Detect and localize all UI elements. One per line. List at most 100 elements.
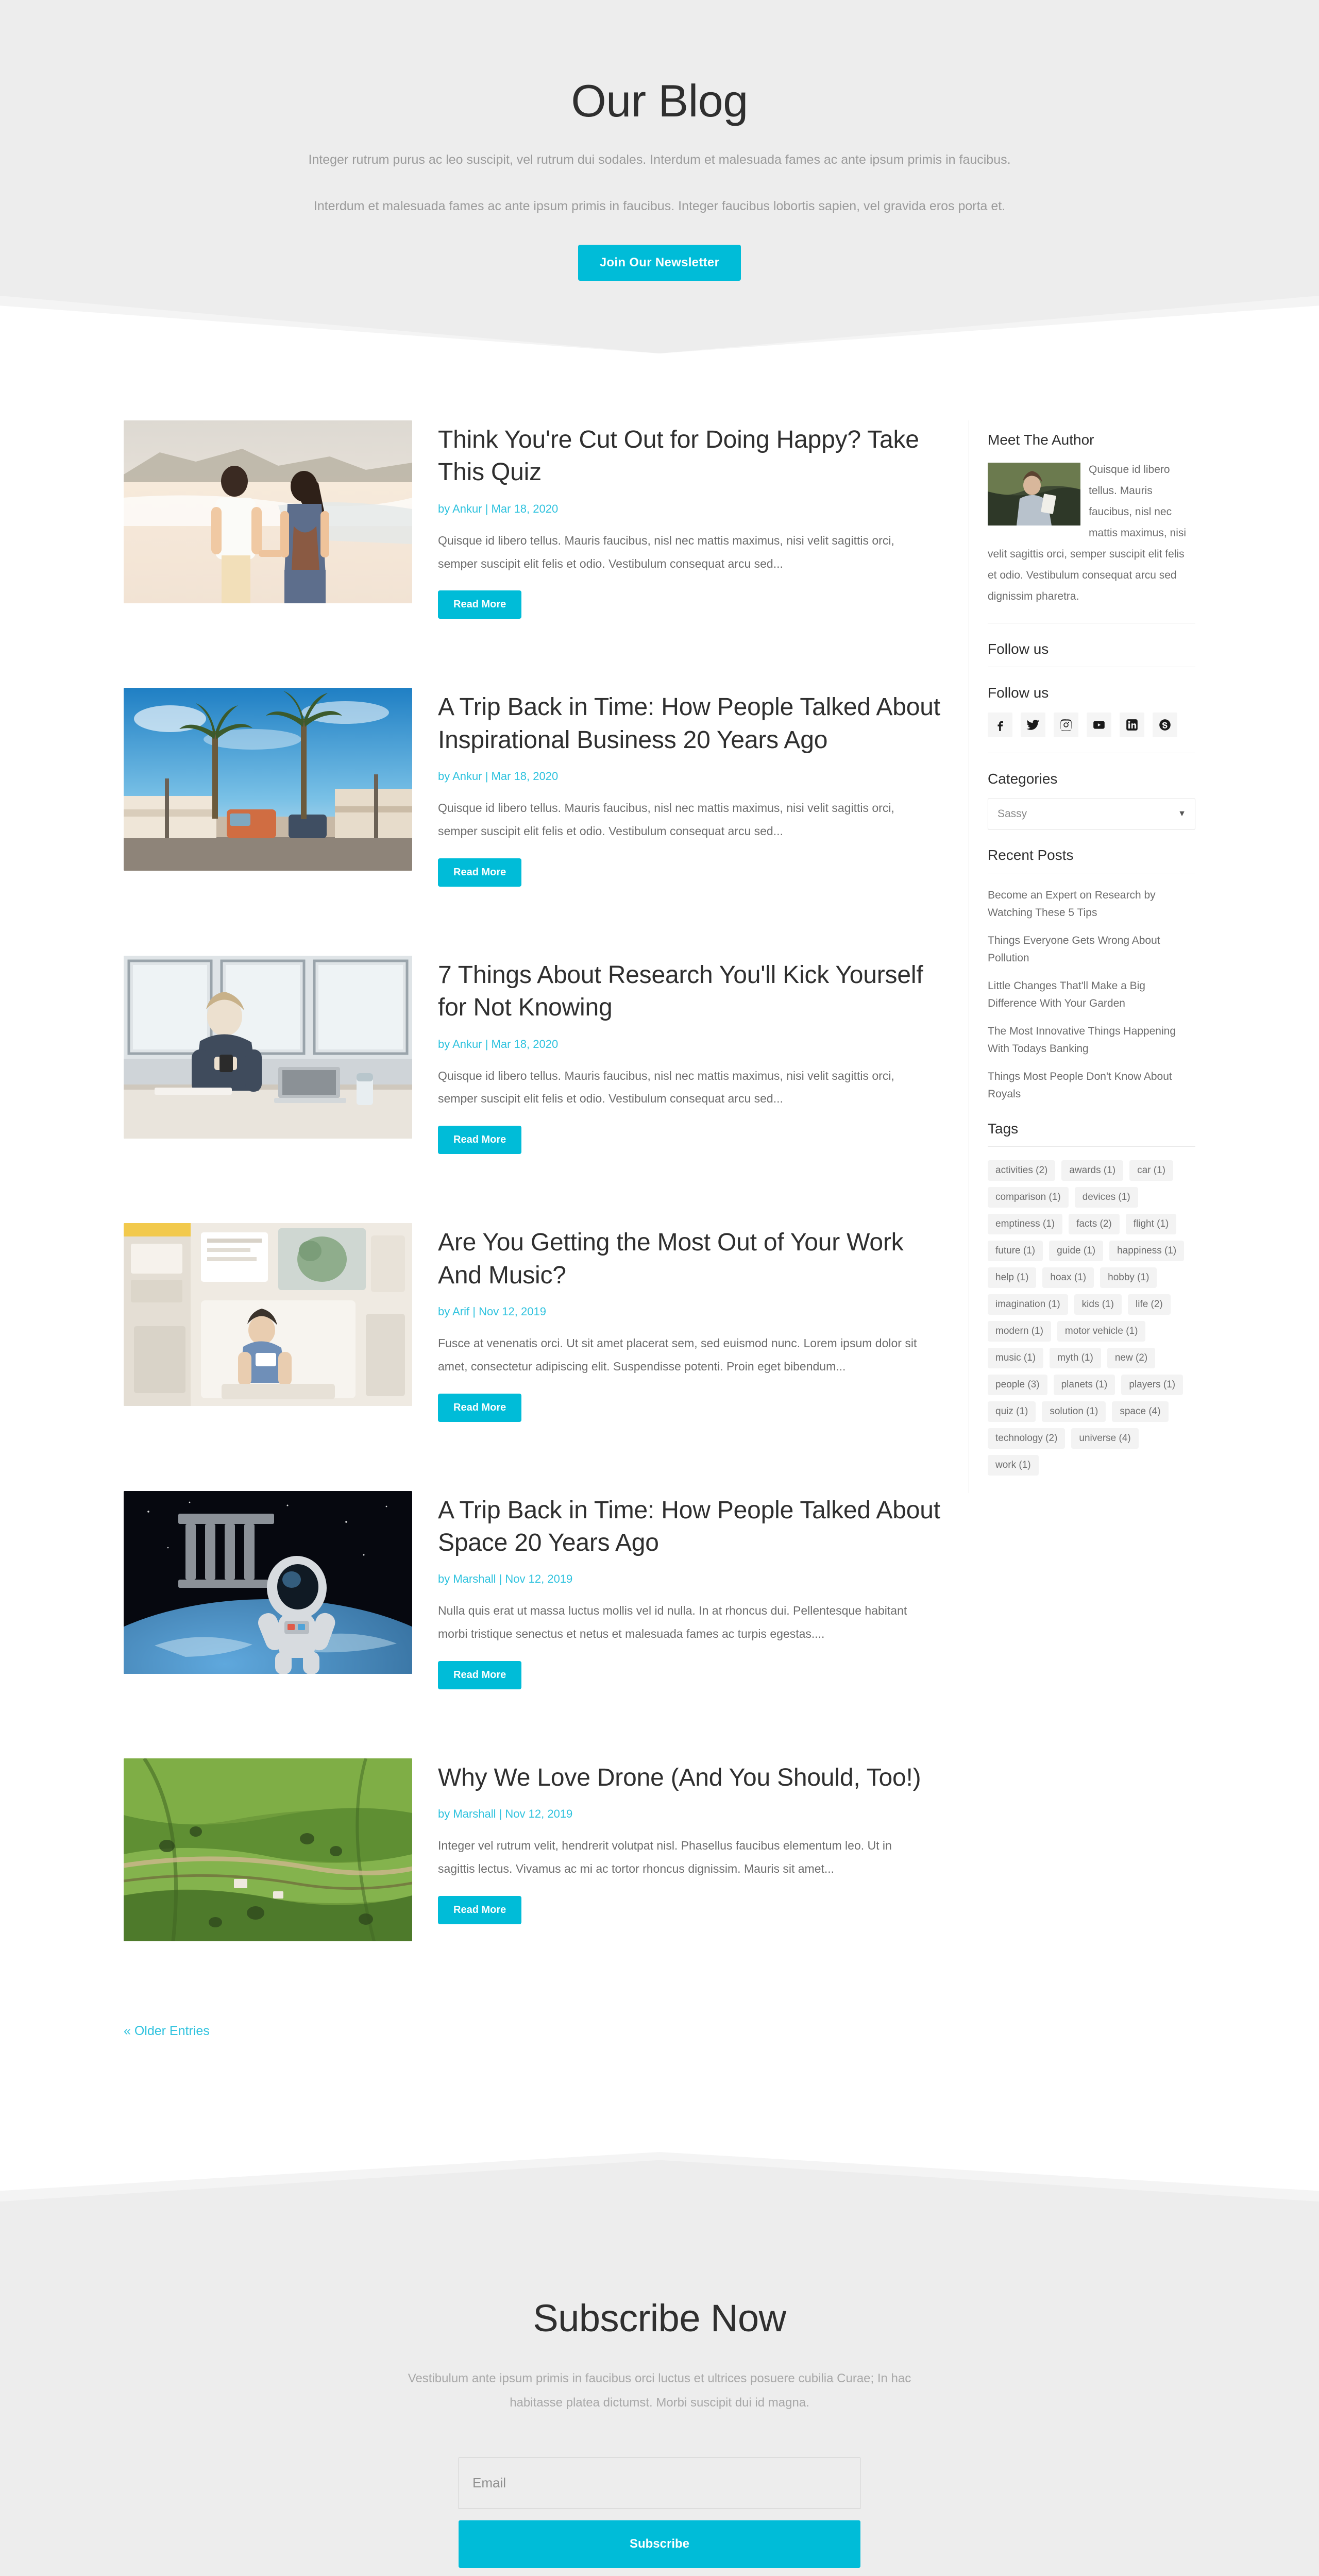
post-thumbnail-astronaut[interactable]	[124, 1490, 412, 1674]
tag-item[interactable]: kids (1)	[1074, 1294, 1122, 1315]
divider-shape-front	[0, 292, 1319, 353]
post-thumbnail-aerial-farmland[interactable]	[124, 1758, 412, 1942]
subscribe-top-divider	[0, 2142, 1319, 2219]
man-at-desk-photo	[124, 955, 412, 1139]
post-thumbnail-palm-street[interactable]	[124, 688, 412, 871]
join-newsletter-button[interactable]: Join Our Newsletter	[578, 244, 741, 281]
post-title[interactable]: 7 Things About Research You'll Kick Your…	[438, 959, 948, 1024]
tag-item[interactable]: comparison (1)	[988, 1187, 1069, 1208]
facebook-icon[interactable]	[988, 712, 1012, 737]
tag-item[interactable]: guide (1)	[1049, 1240, 1104, 1261]
astronaut-in-space-photo	[124, 1490, 412, 1674]
read-more-button[interactable]: Read More	[438, 1126, 522, 1155]
blog-post-item: Are You Getting the Most Out of Your Wor…	[124, 1223, 948, 1422]
subscribe-description: Vestibulum ante ipsum primis in faucibus…	[408, 2371, 911, 2410]
instagram-icon[interactable]	[1054, 712, 1078, 737]
tag-item[interactable]: quiz (1)	[988, 1401, 1036, 1422]
content-container: Think You're Cut Out for Doing Happy? Ta…	[124, 420, 1195, 2039]
post-thumbnail-couple-on-beach[interactable]	[124, 420, 412, 603]
post-content: A Trip Back in Time: How People Talked A…	[438, 1491, 948, 1690]
widget-title-author: Meet The Author	[988, 432, 1094, 448]
tag-item[interactable]: new (2)	[1107, 1347, 1156, 1368]
read-more-button[interactable]: Read More	[438, 1896, 522, 1925]
tag-item[interactable]: motor vehicle (1)	[1057, 1320, 1146, 1342]
post-title[interactable]: A Trip Back in Time: How People Talked A…	[438, 1494, 948, 1560]
author-portrait-photo	[988, 463, 1080, 526]
tag-item[interactable]: devices (1)	[1074, 1187, 1138, 1208]
tag-item[interactable]: awards (1)	[1061, 1160, 1124, 1181]
tag-item[interactable]: car (1)	[1129, 1160, 1174, 1181]
post-content: Why We Love Drone (And You Should, Too!)…	[438, 1758, 948, 1925]
post-title[interactable]: Why We Love Drone (And You Should, Too!)	[438, 1761, 948, 1794]
post-meta: by Ankur | Mar 18, 2020	[438, 770, 559, 783]
recent-post-item[interactable]: Little Changes That'll Make a Big Differ…	[988, 977, 1195, 1012]
widget-tags: Tags activities (2) awards (1) car (1) c…	[988, 1121, 1195, 1476]
category-select[interactable]: Sassy	[988, 798, 1195, 829]
post-excerpt: Quisque id libero tellus. Mauris faucibu…	[438, 801, 894, 838]
category-select-wrap: Sassy ▼	[988, 798, 1195, 829]
tag-item[interactable]: players (1)	[1121, 1374, 1183, 1395]
twitter-icon[interactable]	[1021, 712, 1045, 737]
tag-item[interactable]: facts (2)	[1069, 1213, 1120, 1234]
tag-item[interactable]: flight (1)	[1125, 1213, 1177, 1234]
youtube-icon[interactable]	[1087, 712, 1111, 737]
recent-post-item[interactable]: Things Most People Don't Know About Roya…	[988, 1068, 1195, 1103]
tag-item[interactable]: solution (1)	[1042, 1401, 1106, 1422]
older-entries-link[interactable]: « Older Entries	[124, 2024, 210, 2039]
tag-item[interactable]: happiness (1)	[1109, 1240, 1185, 1261]
post-title[interactable]: Think You're Cut Out for Doing Happy? Ta…	[438, 423, 948, 489]
tag-item[interactable]: hobby (1)	[1100, 1267, 1157, 1288]
recent-post-item[interactable]: Become an Expert on Research by Watching…	[988, 887, 1195, 922]
tag-item[interactable]: universe (4)	[1071, 1428, 1139, 1449]
tag-item[interactable]: modern (1)	[988, 1320, 1051, 1342]
tag-item[interactable]: myth (1)	[1050, 1347, 1101, 1368]
page-title: Our Blog	[571, 75, 748, 126]
hero-cta-wrap: Join Our Newsletter	[0, 244, 1319, 281]
tag-item[interactable]: life (2)	[1127, 1294, 1171, 1315]
post-meta: by Marshall | Nov 12, 2019	[438, 1807, 573, 1821]
tag-item[interactable]: hoax (1)	[1042, 1267, 1094, 1288]
tag-item[interactable]: help (1)	[988, 1267, 1037, 1288]
post-content: A Trip Back in Time: How People Talked A…	[438, 688, 948, 887]
linkedin-icon[interactable]	[1120, 712, 1144, 737]
tag-item[interactable]: emptiness (1)	[988, 1213, 1063, 1234]
subscribe-form: Subscribe	[459, 2457, 860, 2568]
post-meta: by Arif | Nov 12, 2019	[438, 1304, 546, 1318]
sidebar: Meet The Author Quisque id libero tellus…	[969, 420, 1195, 1493]
tag-item[interactable]: space (4)	[1112, 1401, 1169, 1422]
tag-item[interactable]: planets (1)	[1053, 1374, 1115, 1395]
post-thumbnail-workspace-overhead[interactable]	[124, 1223, 412, 1406]
skype-icon[interactable]	[1153, 712, 1177, 737]
email-input[interactable]	[459, 2457, 860, 2509]
post-title[interactable]: A Trip Back in Time: How People Talked A…	[438, 691, 948, 756]
tag-item[interactable]: future (1)	[988, 1240, 1043, 1261]
blog-post-item: Think You're Cut Out for Doing Happy? Ta…	[124, 420, 948, 619]
read-more-button[interactable]: Read More	[438, 1393, 522, 1422]
post-content: Are You Getting the Most Out of Your Wor…	[438, 1223, 948, 1422]
post-thumbnail-man-at-desk[interactable]	[124, 955, 412, 1139]
tag-item[interactable]: music (1)	[988, 1347, 1044, 1368]
tag-item[interactable]: activities (2)	[988, 1160, 1056, 1181]
tag-item[interactable]: people (3)	[988, 1374, 1047, 1395]
subscribe-title: Subscribe Now	[533, 2297, 786, 2340]
widget-title-categories: Categories	[988, 770, 1058, 787]
blog-post-item: 7 Things About Research You'll Kick Your…	[124, 955, 948, 1155]
recent-post-item[interactable]: Things Everyone Gets Wrong About Polluti…	[988, 932, 1195, 967]
read-more-button[interactable]: Read More	[438, 590, 522, 619]
tag-item[interactable]: work (1)	[988, 1454, 1039, 1476]
tag-cloud: activities (2) awards (1) car (1) compar…	[988, 1160, 1195, 1476]
widget-title-follow-1: Follow us	[988, 641, 1195, 667]
subscribe-button[interactable]: Subscribe	[459, 2520, 860, 2568]
read-more-button[interactable]: Read More	[438, 858, 522, 887]
blog-post-item: Why We Love Drone (And You Should, Too!)…	[124, 1758, 948, 1942]
post-excerpt: Quisque id libero tellus. Mauris faucibu…	[438, 533, 894, 570]
post-excerpt: Integer vel rutrum velit, hendrerit volu…	[438, 1839, 892, 1876]
recent-post-item[interactable]: The Most Innovative Things Happening Wit…	[988, 1023, 1195, 1058]
palm-tree-street-photo	[124, 688, 412, 871]
tag-item[interactable]: imagination (1)	[988, 1294, 1068, 1315]
post-excerpt: Quisque id libero tellus. Mauris faucibu…	[438, 1069, 894, 1106]
hero-subtitle-line-2: Interdum et malesuada fames ac ante ipsu…	[313, 198, 1006, 213]
post-title[interactable]: Are You Getting the Most Out of Your Wor…	[438, 1226, 948, 1292]
tag-item[interactable]: technology (2)	[988, 1428, 1066, 1449]
read-more-button[interactable]: Read More	[438, 1661, 522, 1690]
